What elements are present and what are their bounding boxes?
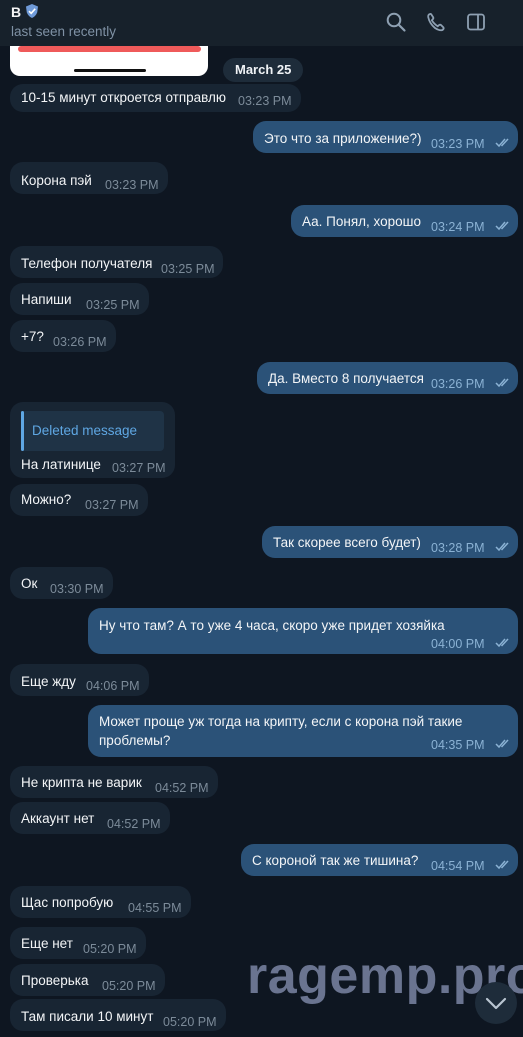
message-time: 03:25 PM <box>161 262 215 276</box>
message-text-line: Может проще уж тогда на крипту, если с к… <box>99 714 463 729</box>
read-checkmarks-icon <box>495 739 509 749</box>
message-time: 03:28 PM <box>431 541 485 555</box>
message-text: +7? <box>21 329 44 344</box>
message-text: Еще жду <box>21 674 76 689</box>
message-time: 03:23 PM <box>238 94 292 108</box>
message-incoming[interactable]: 10-15 минут откроется отправлю 03:23 PM <box>10 84 301 112</box>
image-preview-home-indicator <box>74 69 146 72</box>
message-text: Ок <box>21 576 38 591</box>
message-time: 03:30 PM <box>50 582 104 596</box>
message-incoming[interactable]: Ок 03:30 PM <box>10 567 113 599</box>
message-time: 05:20 PM <box>163 1015 217 1029</box>
sidebar-toggle-icon[interactable] <box>465 11 487 33</box>
read-checkmarks-icon <box>495 860 509 870</box>
reply-quote-bar <box>21 411 24 451</box>
message-time: 03:27 PM <box>85 498 139 512</box>
message-incoming[interactable]: Еще жду 04:06 PM <box>10 664 149 696</box>
shield-icon <box>26 4 38 18</box>
read-checkmarks-icon <box>495 221 509 231</box>
message-incoming[interactable]: Щас попробую 04:55 PM <box>10 886 191 918</box>
date-separator: March 25 <box>223 58 304 82</box>
phone-icon[interactable] <box>425 11 447 33</box>
message-outgoing[interactable]: С короной так же тишина? 04:54 PM <box>241 844 518 876</box>
message-text: Аа. Понял, хорошо <box>302 214 421 229</box>
message-text: Это что за приложение?) <box>264 131 422 146</box>
message-text: Ну что там? А то уже 4 часа, скоро уже п… <box>99 618 445 633</box>
message-incoming[interactable]: Напиши 03:25 PM <box>10 283 149 315</box>
read-checkmarks-icon <box>495 138 509 148</box>
message-incoming[interactable]: Телефон получателя 03:25 PM <box>10 246 223 278</box>
message-text: Проверька <box>21 973 89 988</box>
reply-quote-text: Deleted message <box>32 423 138 438</box>
message-incoming[interactable]: Проверька 05:20 PM <box>10 964 165 996</box>
message-text: Телефон получателя <box>21 256 153 271</box>
message-outgoing[interactable]: Да. Вместо 8 получается 03:26 PM <box>257 362 518 394</box>
message-time: 03:24 PM <box>431 220 485 234</box>
message-text: Да. Вместо 8 получается <box>268 371 424 386</box>
message-text: Не крипта не варик <box>21 775 142 790</box>
contact-status: last seen recently <box>11 24 117 39</box>
message-time: 04:00 PM <box>431 637 485 651</box>
message-time: 03:23 PM <box>105 178 159 192</box>
message-text: 10-15 минут откроется отправлю <box>21 90 227 105</box>
message-time: 04:35 PM <box>431 738 485 752</box>
search-icon[interactable] <box>385 11 407 33</box>
message-text: Корона пэй <box>21 173 92 188</box>
message-outgoing[interactable]: Это что за приложение?) 03:23 PM <box>253 121 518 153</box>
read-checkmarks-icon <box>495 638 509 648</box>
message-text: Аккаунт нет <box>21 811 95 826</box>
chat-header: В last seen recently <box>0 0 523 46</box>
message-text: С короной так же тишина? <box>252 853 419 868</box>
read-checkmarks-icon <box>495 542 509 552</box>
chevron-down-icon <box>485 997 507 1010</box>
message-incoming[interactable]: Там писали 10 минут 05:20 PM <box>10 999 226 1031</box>
message-text: Напиши <box>21 292 72 307</box>
message-text: Щас попробую <box>21 895 114 910</box>
message-text: Можно? <box>21 492 72 507</box>
message-time: 05:20 PM <box>102 979 156 993</box>
message-time: 05:20 PM <box>83 942 137 956</box>
message-outgoing[interactable]: Так скорее всего будет) 03:28 PM <box>262 526 518 558</box>
contact-name[interactable]: В <box>11 4 21 20</box>
message-outgoing[interactable]: Ну что там? А то уже 4 часа, скоро уже п… <box>88 608 518 654</box>
message-time: 04:55 PM <box>128 901 182 915</box>
message-time: 03:27 PM <box>112 461 166 475</box>
message-time: 03:26 PM <box>53 335 107 349</box>
message-time: 04:52 PM <box>107 817 161 831</box>
message-text: На латинице <box>21 457 101 472</box>
message-time: 03:25 PM <box>86 298 140 312</box>
message-incoming[interactable]: +7? 03:26 PM <box>10 320 116 352</box>
message-time: 04:52 PM <box>155 781 209 795</box>
message-outgoing[interactable]: Может проще уж тогда на крипту, если с к… <box>88 705 518 757</box>
message-incoming[interactable]: Еще нет 05:20 PM <box>10 927 146 959</box>
message-incoming[interactable]: Можно? 03:27 PM <box>10 484 148 516</box>
message-time: 04:06 PM <box>86 679 140 693</box>
message-text: Так скорее всего будет) <box>273 535 421 550</box>
message-text: Еще нет <box>21 936 73 951</box>
message-incoming-with-reply[interactable]: Deleted message На латинице 03:27 PM <box>10 402 175 478</box>
message-time: 03:23 PM <box>431 137 485 151</box>
message-incoming[interactable]: Не крипта не варик 04:52 PM <box>10 766 218 798</box>
message-outgoing[interactable]: Аа. Понял, хорошо 03:24 PM <box>291 205 518 237</box>
message-incoming[interactable]: Аккаунт нет 04:52 PM <box>10 802 170 834</box>
reply-quote[interactable]: Deleted message <box>21 411 164 451</box>
read-checkmarks-icon <box>495 378 509 388</box>
message-incoming[interactable]: Корона пэй 03:23 PM <box>10 162 168 194</box>
message-text: Там писали 10 минут <box>21 1009 154 1024</box>
scroll-to-bottom-button[interactable] <box>475 982 517 1024</box>
message-text-line: проблемы? <box>99 733 171 748</box>
message-time: 04:54 PM <box>431 859 485 873</box>
message-time: 03:26 PM <box>431 377 485 391</box>
image-preview-red-bar <box>18 46 201 52</box>
